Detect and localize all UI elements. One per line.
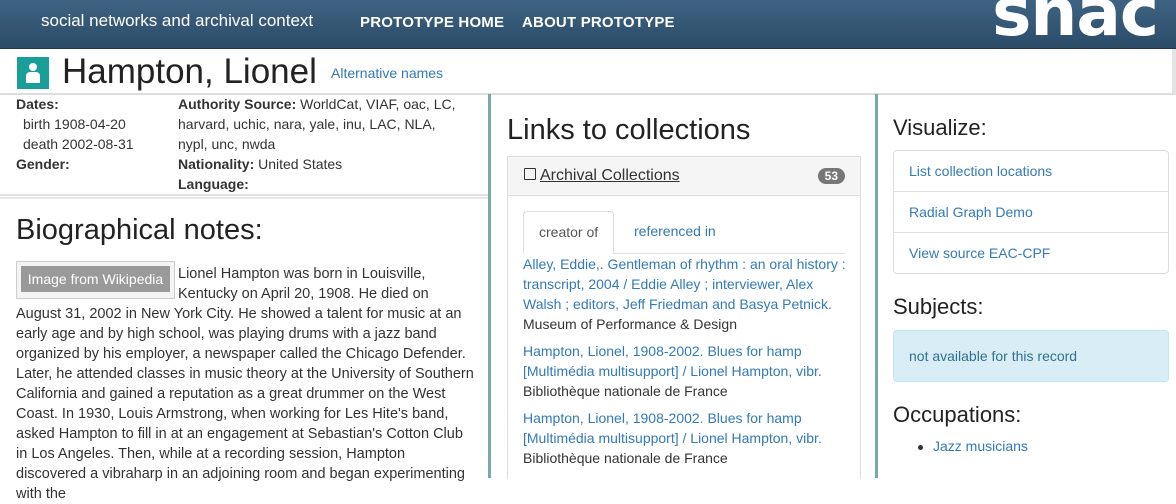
authority-label: Authority Source:: [178, 96, 297, 112]
archival-collections-toggle[interactable]: Archival Collections: [524, 167, 680, 185]
language-label: Language:: [178, 176, 249, 192]
authority-source: Authority Source: WorldCat, VIAF, oac, L…: [178, 94, 478, 154]
list-collection-locations-link[interactable]: List collection locations: [894, 151, 1168, 192]
collection-count-badge: 53: [817, 168, 845, 184]
tab-referenced-in[interactable]: referenced in: [619, 211, 731, 252]
birth-date: birth 1908-04-20: [23, 116, 126, 132]
visualize-heading: Visualize:: [893, 115, 987, 140]
radial-graph-demo-link[interactable]: Radial Graph Demo: [894, 192, 1168, 233]
middle-column: Links to collections Archival Collection…: [491, 94, 875, 479]
nationality: Nationality: United States: [178, 154, 342, 174]
list-item: Hampton, Lionel, 1908-2002. Blues for ha…: [523, 341, 853, 401]
nav-prototype-home[interactable]: PROTOTYPE HOME: [360, 14, 504, 31]
record-link[interactable]: Hampton, Lionel, 1908-2002. Blues for ha…: [523, 408, 853, 448]
top-navbar: social networks and archival context PRO…: [0, 0, 1176, 49]
authority-line2: harvard, uchic, nara, yale, inu, LAC, NL…: [178, 116, 436, 132]
bio-heading: Biographical notes:: [16, 214, 263, 246]
person-icon: [17, 57, 49, 89]
view-source-eac-cpf-link[interactable]: View source EAC-CPF: [894, 233, 1168, 273]
gender-label: Gender:: [16, 156, 70, 172]
list-item: Hampton, Lionel, 1908-2002. Blues for ha…: [523, 408, 853, 468]
snac-logo[interactable]: snac: [992, 0, 1159, 46]
entity-title-bar: Hampton, Lionel Alternative names: [0, 49, 1176, 95]
subjects-alert: not available for this record: [893, 330, 1169, 382]
wikipedia-image-label: Image from Wikipedia: [21, 266, 170, 292]
death-date: death 2002-08-31: [23, 136, 134, 152]
record-link[interactable]: Hampton, Lionel, 1908-2002. Blues for ha…: [523, 341, 853, 381]
record-repository: Bibliothèque nationale de France: [523, 450, 728, 466]
nationality-label: Nationality:: [178, 156, 255, 172]
alternative-names-link[interactable]: Alternative names: [331, 65, 443, 81]
panel-header[interactable]: Archival Collections 53: [508, 157, 860, 196]
tab-creator-of[interactable]: creator of: [523, 211, 615, 254]
bio-text-block: Lionel Hampton was born in Louisville, K…: [16, 264, 476, 504]
record-repository: Bibliothèque nationale de France: [523, 383, 728, 399]
nav-about-prototype[interactable]: ABOUT PROTOTYPE: [522, 14, 675, 31]
occupation-link[interactable]: Jazz musicians: [933, 438, 1028, 454]
entity-metadata: Dates: birth 1908-04-20 death 2002-08-31…: [0, 94, 488, 196]
left-column: Dates: birth 1908-04-20 death 2002-08-31…: [0, 94, 488, 502]
record-repository: Museum of Performance & Design: [523, 316, 737, 332]
wikipedia-image[interactable]: Image from Wikipedia: [16, 261, 175, 299]
dates-label: Dates:: [16, 96, 59, 112]
site-brand[interactable]: social networks and archival context: [41, 11, 313, 31]
visualize-list: List collection locations Radial Graph D…: [893, 150, 1169, 274]
list-item: Alley, Eddie,. Gentleman of rhythm : an …: [523, 254, 853, 334]
subjects-message: not available for this record: [909, 348, 1078, 364]
authority-line1: WorldCat, VIAF, oac, LC,: [300, 96, 456, 112]
right-column: Visualize: List collection locations Rad…: [878, 94, 1176, 478]
occupations-heading: Occupations:: [893, 402, 1022, 427]
bullet-icon: [918, 444, 923, 450]
external-link-icon: [524, 168, 536, 180]
page-title: Hampton, Lionel: [62, 52, 317, 91]
authority-line3: nypl, unc, nwda: [178, 136, 276, 152]
links-heading: Links to collections: [507, 114, 751, 146]
list-item: Jazz musicians: [918, 438, 1028, 454]
nationality-value: United States: [258, 156, 343, 172]
panel-title: Archival Collections: [540, 167, 680, 184]
biographical-notes: Biographical notes: Lionel Hampton was b…: [0, 197, 488, 502]
collection-tabs: creator of referenced in: [523, 211, 845, 254]
record-link[interactable]: Alley, Eddie,. Gentleman of rhythm : an …: [523, 254, 853, 314]
archival-collections-panel: Archival Collections 53 creator of refer…: [507, 156, 861, 479]
subjects-heading: Subjects:: [893, 294, 984, 319]
